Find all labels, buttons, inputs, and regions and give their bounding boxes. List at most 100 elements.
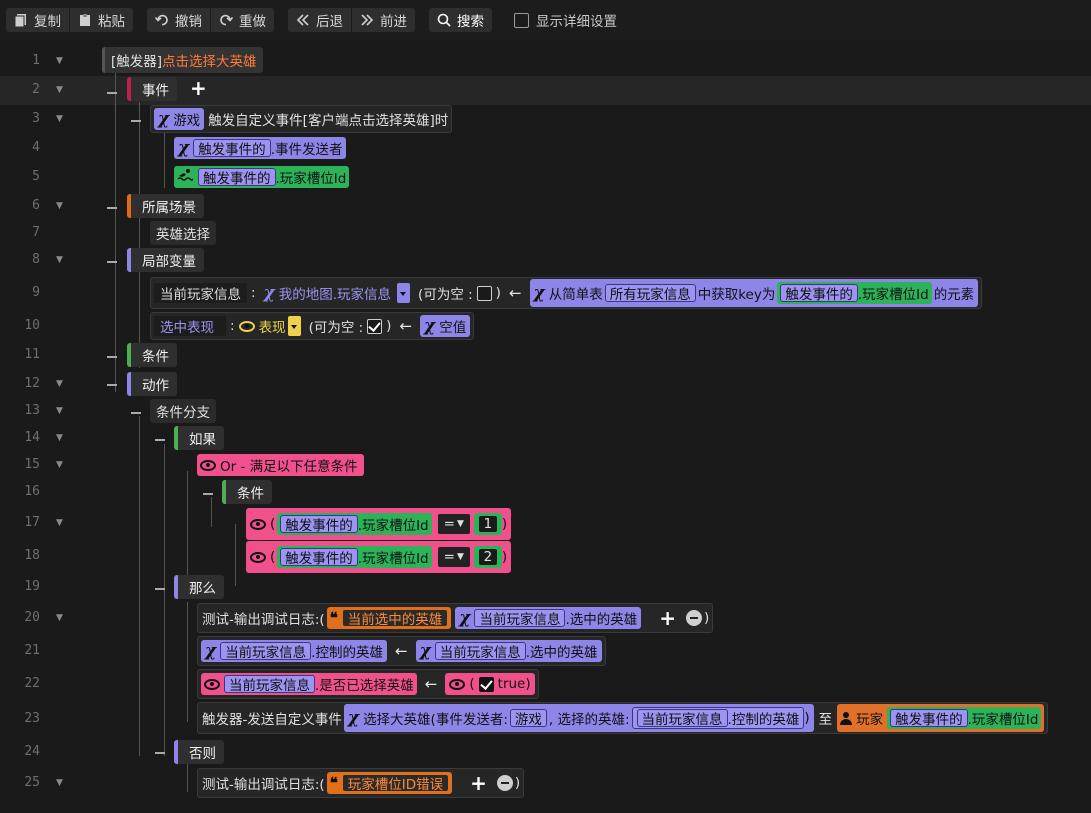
fold-toggle-icon[interactable]: ▼ bbox=[56, 778, 63, 788]
collapse-toggle[interactable] bbox=[107, 207, 117, 209]
back-button[interactable]: 后退 bbox=[288, 8, 351, 32]
or-node[interactable]: Or - 满足以下任意条件 bbox=[197, 453, 364, 477]
fold-toggle-icon[interactable]: ▼ bbox=[56, 85, 63, 95]
fold-toggle-icon[interactable]: ▼ bbox=[56, 255, 63, 265]
collapse-toggle[interactable] bbox=[107, 356, 117, 358]
trigger-event-ref[interactable]: 触发事件的 bbox=[193, 139, 271, 158]
trigger-event-ref[interactable]: 触发事件的 bbox=[198, 168, 276, 187]
var-ref[interactable]: 当前玩家信息 bbox=[224, 675, 315, 694]
debug-log-action[interactable]: 测试-输出调试日志:( ❝ 当前选中的英雄 𝝌 当前玩家信息 .选中的英雄 + … bbox=[197, 603, 714, 633]
scene-section[interactable]: 所属场景 bbox=[127, 194, 204, 218]
fold-toggle-icon[interactable]: ▼ bbox=[56, 114, 63, 124]
if-block[interactable]: 如果 bbox=[174, 426, 224, 450]
var-ref[interactable]: 当前玩家信息 bbox=[636, 709, 728, 728]
conditions-section[interactable]: 条件 bbox=[127, 343, 177, 367]
table-ref[interactable]: 所有玩家信息 bbox=[604, 284, 696, 303]
undo-button[interactable]: 撤销 bbox=[147, 8, 210, 32]
collapse-toggle[interactable] bbox=[107, 384, 117, 386]
fold-toggle-icon[interactable]: ▼ bbox=[56, 56, 63, 66]
then-block[interactable]: 那么 bbox=[174, 575, 224, 599]
remove-arg-button[interactable] bbox=[496, 775, 513, 791]
collapse-toggle[interactable] bbox=[155, 752, 165, 754]
player-node[interactable]: 玩家 触发事件的 .玩家槽位Id bbox=[837, 704, 1045, 732]
key-node[interactable]: 触发事件的 .玩家槽位Id bbox=[777, 282, 932, 304]
slot-ref-node[interactable]: 触发事件的 .玩家槽位Id bbox=[887, 707, 1042, 729]
trigger-event-ref[interactable]: 触发事件的 bbox=[780, 284, 858, 303]
var-ref[interactable]: 当前玩家信息 bbox=[474, 609, 566, 628]
value-node[interactable]: 2 bbox=[473, 546, 502, 568]
operator-select[interactable]: = ▼ bbox=[437, 514, 470, 534]
trigger-event-ref[interactable]: 触发事件的 bbox=[280, 515, 358, 534]
remove-arg-button[interactable] bbox=[686, 610, 703, 626]
value-node[interactable]: 1 bbox=[473, 513, 502, 535]
local-var-selected-display[interactable]: 选中表现 : 表现 (可为空 : ) ← 𝝌 空值 bbox=[150, 312, 475, 340]
bool-checkbox[interactable] bbox=[478, 676, 494, 692]
collapse-toggle[interactable] bbox=[203, 493, 213, 495]
trigger-event-ref[interactable]: 触发事件的 bbox=[890, 709, 968, 728]
value-input[interactable]: 2 bbox=[477, 548, 498, 566]
add-arg-button[interactable]: + bbox=[659, 606, 676, 630]
actions-section[interactable]: 动作 bbox=[127, 372, 177, 396]
fold-toggle-icon[interactable]: ▼ bbox=[56, 460, 63, 470]
trigger-event-ref[interactable]: 触发事件的 bbox=[280, 548, 358, 567]
trigger-header[interactable]: [触发器] 点击选择大英雄 bbox=[102, 47, 263, 73]
event-node[interactable]: 𝝌 游戏 触发自定义事件[客户端点击选择英雄]时 bbox=[150, 105, 453, 133]
fold-toggle-icon[interactable]: ▼ bbox=[56, 433, 63, 443]
var-type[interactable]: 表现 bbox=[238, 316, 286, 336]
field-ref-node[interactable]: 𝝌 当前玩家信息 .选中的英雄 bbox=[415, 640, 602, 662]
or-conditions[interactable]: 条件 bbox=[222, 480, 272, 504]
add-event-button[interactable]: + bbox=[190, 76, 207, 100]
local-var-current-player[interactable]: 当前玩家信息 : 𝝌 我的地图.玩家信息 (可为空 : ) ← 𝝌 从简单表 所… bbox=[150, 277, 983, 309]
show-details-checkbox[interactable] bbox=[514, 12, 529, 28]
show-details-toggle[interactable]: 显示详细设置 bbox=[514, 10, 617, 30]
field-ref-node[interactable]: 𝝌 当前玩家信息 .控制的英雄 bbox=[201, 640, 387, 662]
type-dropdown-icon[interactable] bbox=[397, 283, 411, 303]
compare-node-2[interactable]: ( 触发事件的 .玩家槽位Id = ▼ 2 ) bbox=[246, 541, 512, 573]
branch-node[interactable]: 条件分支 bbox=[150, 399, 216, 423]
slot-ref-node[interactable]: 触发事件的 .玩家槽位Id bbox=[277, 546, 432, 568]
hero-arg-node[interactable]: 当前玩家信息 .控制的英雄 bbox=[631, 707, 805, 729]
collapse-toggle[interactable] bbox=[155, 588, 165, 590]
collapse-toggle[interactable] bbox=[131, 412, 141, 414]
add-arg-button[interactable]: + bbox=[470, 771, 487, 795]
redo-button[interactable]: 重做 bbox=[210, 8, 274, 32]
collapse-toggle[interactable] bbox=[107, 261, 117, 263]
string-input[interactable]: 当前选中的英雄 bbox=[341, 609, 449, 628]
sender-ref[interactable]: 游戏 bbox=[509, 709, 547, 728]
nullable-checkbox[interactable] bbox=[476, 285, 492, 301]
bool-node[interactable]: ( true ) bbox=[445, 673, 535, 695]
field-ref-node[interactable]: 𝝌 当前玩家信息 .选中的英雄 bbox=[455, 607, 642, 629]
paste-button[interactable]: 粘贴 bbox=[69, 8, 133, 32]
event-call-node[interactable]: 𝝌 选择大英雄(事件发送者: 游戏 , 选择的英雄: 当前玩家信息 .控制的英雄… bbox=[343, 704, 814, 732]
nullable-checkbox[interactable] bbox=[367, 318, 383, 334]
copy-button[interactable]: 复制 bbox=[6, 8, 69, 32]
search-button[interactable]: 搜索 bbox=[429, 8, 492, 32]
fold-toggle-icon[interactable]: ▼ bbox=[56, 406, 63, 416]
value-input[interactable]: 1 bbox=[477, 515, 498, 533]
collapse-toggle[interactable] bbox=[155, 439, 165, 441]
type-dropdown-icon[interactable] bbox=[287, 316, 301, 336]
field-ref-node[interactable]: 当前玩家信息 .是否已选择英雄 bbox=[201, 673, 417, 695]
collapse-toggle[interactable] bbox=[107, 92, 117, 94]
null-value-node[interactable]: 𝝌 空值 bbox=[420, 315, 471, 337]
event-section[interactable]: 事件 bbox=[127, 77, 177, 101]
debug-log-action-else[interactable]: 测试-输出调试日志:( ❝ 玩家槽位ID错误 + ) bbox=[197, 768, 525, 798]
event-param-sender[interactable]: 𝝌 触发事件的 .事件发送者 bbox=[174, 136, 347, 160]
var-ref[interactable]: 当前玩家信息 bbox=[220, 642, 312, 661]
game-tag[interactable]: 𝝌 游戏 bbox=[154, 108, 205, 130]
collapse-toggle[interactable] bbox=[131, 120, 141, 122]
operator-select[interactable]: = ▼ bbox=[437, 547, 470, 567]
local-vars-section[interactable]: 局部变量 bbox=[127, 248, 204, 272]
var-ref[interactable]: 当前玩家信息 bbox=[434, 642, 526, 661]
event-param-slot[interactable]: 触发事件的 .玩家槽位Id bbox=[174, 165, 350, 189]
send-event-action[interactable]: 触发器-发送自定义事件 𝝌 选择大英雄(事件发送者: 游戏 , 选择的英雄: 当… bbox=[197, 702, 1049, 734]
var-type[interactable]: 𝝌 我的地图.玩家信息 bbox=[260, 282, 395, 304]
slot-ref-node[interactable]: 触发事件的 .玩家槽位Id bbox=[277, 513, 432, 535]
string-node[interactable]: ❝ 玩家槽位ID错误 bbox=[326, 772, 453, 794]
assign-action-1[interactable]: 𝝌 当前玩家信息 .控制的英雄 ← 𝝌 当前玩家信息 .选中的英雄 bbox=[197, 636, 606, 666]
assign-action-2[interactable]: 当前玩家信息 .是否已选择英雄 ← ( true ) bbox=[197, 669, 539, 699]
fold-toggle-icon[interactable]: ▼ bbox=[56, 201, 63, 211]
fold-toggle-icon[interactable]: ▼ bbox=[56, 379, 63, 389]
get-from-table-node[interactable]: 𝝌 从简单表 所有玩家信息 中获取key为 触发事件的 .玩家槽位Id 的元素 bbox=[529, 279, 979, 307]
else-block[interactable]: 否则 bbox=[174, 740, 224, 764]
